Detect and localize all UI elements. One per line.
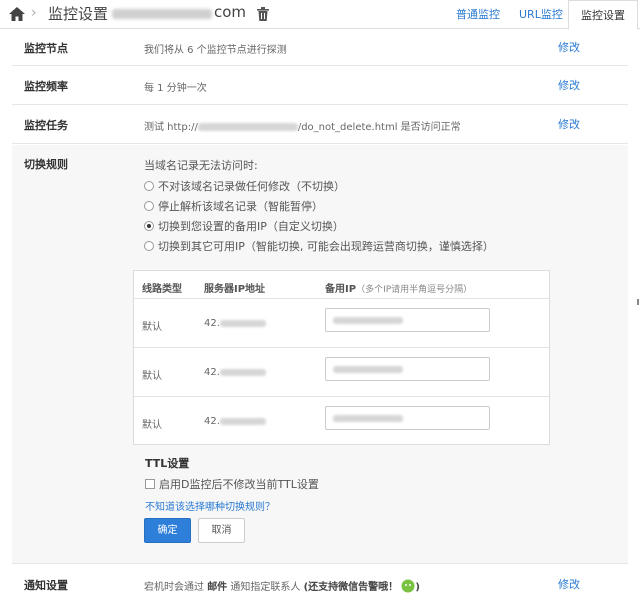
- ttl-title: TTL设置: [145, 457, 190, 470]
- notify-close-paren: ): [415, 582, 420, 593]
- notify-wechat-note: (还支持微信告警哦！: [303, 582, 399, 593]
- edit-notify-link[interactable]: 修改: [558, 576, 580, 592]
- server-ip-prefix: 42.: [204, 416, 220, 427]
- radio-button[interactable]: [144, 241, 154, 251]
- row-label: 通知设置: [24, 579, 68, 592]
- table-row: 默认 42.: [134, 298, 549, 347]
- switch-option-none[interactable]: 不对该域名记录做任何修改（不切换）: [144, 178, 345, 194]
- row-notification: 通知设置 宕机时会通过 邮件 通知指定联系人 (还支持微信告警哦！ ) 修改: [12, 564, 628, 602]
- notify-mail: 邮件: [207, 582, 228, 593]
- notify-text-b: 通知指定联系人: [227, 582, 301, 593]
- backup-ip-table: 线路类型 服务器IP地址 备用IP（多个IP请用半角逗号分隔） 默认 42. 默…: [133, 270, 550, 445]
- ttl-option[interactable]: 启用D监控后不修改当前TTL设置: [145, 476, 319, 492]
- switch-intro: 当域名记录无法访问时:: [144, 159, 258, 172]
- edit-frequency-link[interactable]: 修改: [558, 77, 580, 93]
- server-ip-prefix: 42.: [204, 318, 220, 329]
- edit-node-link[interactable]: 修改: [558, 39, 580, 55]
- row-value: 测试 http:// /do_not_delete.html 是否访问正常: [144, 118, 461, 133]
- backup-ip-input[interactable]: [325, 308, 490, 332]
- header-backup-ip: 备用IP（多个IP请用半角逗号分隔）: [325, 280, 472, 295]
- task-url-redacted: [197, 123, 298, 131]
- row-label: 监控节点: [24, 42, 68, 55]
- cell-line-type: 默认: [142, 371, 162, 382]
- table-row: 默认 42.: [134, 347, 549, 396]
- header-backup-ip-label: 备用IP: [325, 284, 357, 295]
- confirm-button[interactable]: 确定: [144, 518, 191, 543]
- row-value: 宕机时会通过 邮件 通知指定联系人 (还支持微信告警哦！ ): [144, 578, 420, 593]
- cell-line-type: 默认: [142, 322, 162, 333]
- option-label: 切换到您设置的备用IP（自定义切换）: [158, 220, 344, 233]
- cell-server-ip: 42.: [204, 318, 266, 329]
- row-label: 切换规则: [24, 158, 68, 171]
- domain-suffix: com: [214, 3, 247, 21]
- backup-ip-redacted: [333, 415, 403, 422]
- backup-ip-input[interactable]: [325, 357, 490, 381]
- option-label: 停止解析该域名记录（智能暂停）: [158, 200, 323, 213]
- header-backup-ip-hint: （多个IP请用半角逗号分隔）: [356, 285, 473, 295]
- cell-server-ip: 42.: [204, 367, 266, 378]
- radio-button[interactable]: [144, 201, 154, 211]
- cell-line-type: 默认: [142, 420, 162, 431]
- row-monitor-node: 监控节点 我们将从 6 个监控节点进行探测 修改: [12, 29, 628, 66]
- edit-task-link[interactable]: 修改: [558, 116, 580, 132]
- option-label: 切换到其它可用IP（智能切换, 可能会出现跨运营商切换，谨慎选择）: [158, 240, 494, 253]
- cell-server-ip: 42.: [204, 416, 266, 427]
- row-label: 监控频率: [24, 80, 68, 93]
- switch-option-custom-ip[interactable]: 切换到您设置的备用IP（自定义切换）: [144, 218, 344, 234]
- domain-redacted: [112, 9, 212, 19]
- home-icon[interactable]: [8, 5, 26, 23]
- option-label: 不对该域名记录做任何修改（不切换）: [158, 180, 345, 193]
- radio-button[interactable]: [144, 181, 154, 191]
- switch-option-smart[interactable]: 切换到其它可用IP（智能切换, 可能会出现跨运营商切换，谨慎选择）: [144, 238, 494, 254]
- backup-ip-redacted: [333, 366, 403, 373]
- ttl-option-label: 启用D监控后不修改当前TTL设置: [159, 478, 319, 491]
- radio-button-selected[interactable]: [144, 221, 154, 231]
- header-server-ip: 服务器IP地址: [204, 284, 266, 295]
- notify-text-a: 宕机时会通过: [144, 582, 208, 593]
- switch-option-pause[interactable]: 停止解析该域名记录（智能暂停）: [144, 198, 323, 214]
- table-row: 默认 42.: [134, 396, 549, 445]
- wechat-icon: [401, 579, 415, 593]
- row-value: 每 1 分钟一次: [144, 83, 207, 94]
- top-bar: › 监控设置 com 普通监控 URL监控 监控设置: [0, 0, 640, 30]
- server-ip-redacted: [219, 368, 266, 376]
- backup-ip-redacted: [333, 317, 403, 324]
- server-ip-prefix: 42.: [204, 367, 220, 378]
- server-ip-redacted: [219, 319, 266, 327]
- tab-url-monitor[interactable]: URL监控: [519, 6, 563, 22]
- row-value: 我们将从 6 个监控节点进行探测: [144, 45, 287, 56]
- backup-ip-input[interactable]: [325, 406, 490, 430]
- scroll-edge-marker: [637, 299, 639, 305]
- trash-icon[interactable]: [257, 7, 269, 21]
- breadcrumb-separator: ›: [31, 5, 37, 21]
- task-url-path: /do_not_delete.html 是否访问正常: [297, 122, 461, 133]
- row-monitor-task: 监控任务 测试 http:// /do_not_delete.html 是否访问正…: [12, 105, 628, 144]
- tab-monitor-settings[interactable]: 监控设置: [568, 0, 638, 30]
- row-label: 监控任务: [24, 119, 68, 132]
- header-line-type: 线路类型: [142, 284, 182, 295]
- page-title: 监控设置: [48, 5, 109, 23]
- row-monitor-frequency: 监控频率 每 1 分钟一次 修改: [12, 66, 628, 105]
- task-url-prefix: 测试 http://: [144, 122, 198, 133]
- switch-rule-help-link[interactable]: 不知道该选择哪种切换规则？: [145, 498, 275, 513]
- server-ip-redacted: [219, 417, 266, 425]
- ttl-checkbox[interactable]: [145, 479, 155, 489]
- cancel-button[interactable]: 取消: [198, 518, 245, 543]
- tab-normal-monitor[interactable]: 普通监控: [456, 6, 500, 22]
